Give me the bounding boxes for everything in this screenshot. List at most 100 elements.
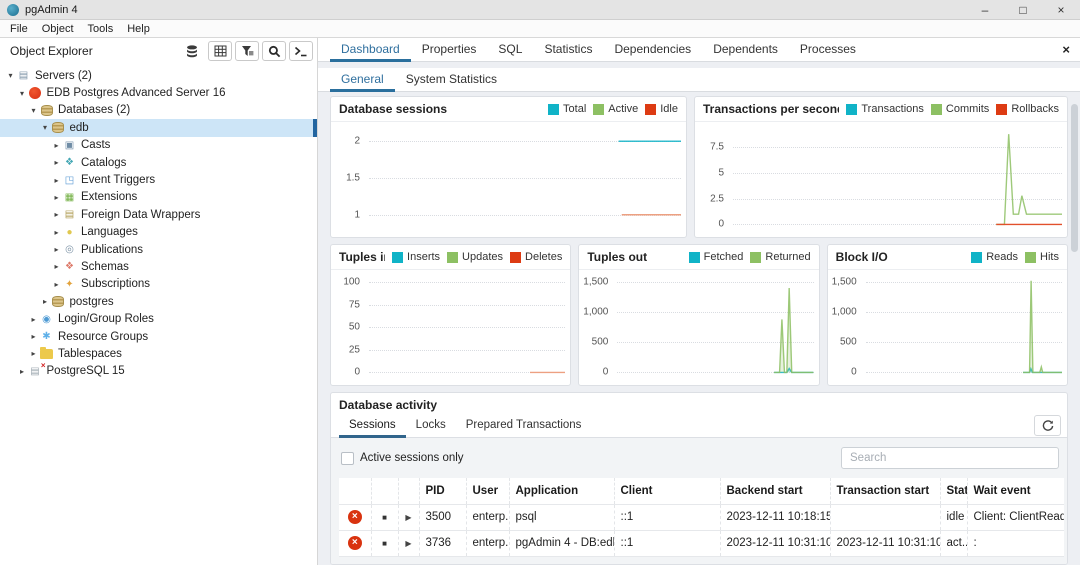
view-data-icon[interactable] bbox=[208, 41, 232, 61]
expand-arrow-icon[interactable]: ▸ bbox=[40, 297, 51, 306]
tree-item-label: Extensions bbox=[77, 191, 137, 203]
expand-arrow-icon[interactable]: ▸ bbox=[51, 193, 62, 202]
column-header-user[interactable]: User bbox=[466, 478, 509, 504]
tree-item-resource-groups[interactable]: ▸✱Resource Groups bbox=[0, 328, 317, 345]
y-axis-labels: 7.552.50 bbox=[695, 128, 729, 228]
expand-row-icon[interactable]: ▶ bbox=[405, 513, 411, 522]
session-row-pid-3736[interactable]: ×■▶3736enterp...pgAdmin 4 - DB:edb::1202… bbox=[339, 530, 1064, 556]
tree-item-foreign-data-wrappers[interactable]: ▸▤Foreign Data Wrappers bbox=[0, 206, 317, 223]
tree-item-languages[interactable]: ▸●Languages bbox=[0, 224, 317, 241]
tab-dependents[interactable]: Dependents bbox=[702, 38, 789, 62]
tree-item-postgresql-15[interactable]: ▸▤×PostgreSQL 15 bbox=[0, 363, 317, 380]
tree-item-edb-postgres-advanced-server-16[interactable]: ▾EDB Postgres Advanced Server 16 bbox=[0, 84, 317, 101]
search-icon[interactable] bbox=[262, 41, 286, 61]
tab-dependencies[interactable]: Dependencies bbox=[603, 38, 702, 62]
query-tool-icon[interactable] bbox=[289, 41, 313, 61]
expand-arrow-icon[interactable]: ▸ bbox=[51, 158, 62, 167]
tree-item-event-triggers[interactable]: ▸◳Event Triggers bbox=[0, 171, 317, 188]
subtab-general[interactable]: General bbox=[330, 68, 395, 92]
object-explorer-tree: ▾▤Servers (2)▾EDB Postgres Advanced Serv… bbox=[0, 62, 317, 565]
expand-arrow-icon[interactable]: ▸ bbox=[51, 280, 62, 289]
edb-server-icon bbox=[28, 86, 43, 100]
column-header-pid[interactable]: PID bbox=[419, 478, 466, 504]
tab-dashboard[interactable]: Dashboard bbox=[330, 38, 411, 62]
subtab-system-statistics[interactable]: System Statistics bbox=[395, 68, 508, 92]
column-header-application[interactable]: Application bbox=[509, 478, 614, 504]
tree-item-edb[interactable]: ▾edb bbox=[0, 119, 317, 136]
activity-tab-sessions[interactable]: Sessions bbox=[339, 414, 406, 438]
cancel-query-icon[interactable]: × bbox=[348, 536, 362, 550]
object-browser-icon[interactable] bbox=[181, 41, 205, 61]
expand-arrow-icon[interactable]: ▸ bbox=[28, 315, 39, 324]
column-header-backend-start[interactable]: Backend start bbox=[720, 478, 830, 504]
tree-item-label: Languages bbox=[77, 226, 138, 238]
tree-item-login-group-roles[interactable]: ▸◉Login/Group Roles bbox=[0, 310, 317, 327]
collapse-arrow-icon[interactable]: ▾ bbox=[5, 71, 16, 80]
expand-arrow-icon[interactable]: ▸ bbox=[28, 332, 39, 341]
cancel-query-icon[interactable]: × bbox=[348, 510, 362, 524]
tree-item-servers-2[interactable]: ▾▤Servers (2) bbox=[0, 67, 317, 84]
chart-title: Transactions per second bbox=[703, 102, 839, 116]
tree-item-postgres[interactable]: ▸postgres bbox=[0, 293, 317, 310]
column-header-transaction-start[interactable]: Transaction start bbox=[830, 478, 940, 504]
expand-arrow-icon[interactable]: ▸ bbox=[51, 176, 62, 185]
tab-sql[interactable]: SQL bbox=[487, 38, 533, 62]
collapse-arrow-icon[interactable]: ▾ bbox=[40, 123, 51, 132]
expand-arrow-icon[interactable]: ▸ bbox=[51, 228, 62, 237]
active-sessions-checkbox[interactable] bbox=[341, 452, 354, 465]
panel-close-icon[interactable]: × bbox=[1062, 42, 1070, 57]
y-axis-labels: 21.51 bbox=[331, 128, 365, 228]
database-icon bbox=[39, 103, 54, 117]
expand-arrow-icon[interactable]: ▸ bbox=[51, 245, 62, 254]
roles-icon: ◉ bbox=[39, 312, 54, 326]
tab-processes[interactable]: Processes bbox=[789, 38, 867, 62]
tree-item-publications[interactable]: ▸◎Publications bbox=[0, 241, 317, 258]
tree-item-extensions[interactable]: ▸▦Extensions bbox=[0, 189, 317, 206]
pgadmin-logo-icon bbox=[7, 4, 19, 16]
expand-arrow-icon[interactable]: ▸ bbox=[51, 141, 62, 150]
column-header-state[interactable]: State bbox=[940, 478, 967, 504]
minimize-button[interactable]: – bbox=[966, 0, 1004, 19]
tree-item-subscriptions[interactable]: ▸✦Subscriptions bbox=[0, 276, 317, 293]
legend-label: Fetched bbox=[704, 251, 744, 263]
sessions-search-input[interactable] bbox=[841, 447, 1059, 469]
chart-legend: ReadsHits bbox=[964, 251, 1059, 263]
menu-help[interactable]: Help bbox=[120, 23, 157, 35]
terminate-session-icon[interactable]: ■ bbox=[382, 513, 387, 522]
column-header-client[interactable]: Client bbox=[614, 478, 720, 504]
tree-item-schemas[interactable]: ▸❖Schemas bbox=[0, 258, 317, 275]
menu-object[interactable]: Object bbox=[35, 23, 81, 35]
column-header-wait-event[interactable]: Wait event bbox=[967, 478, 1064, 504]
expand-arrow-icon[interactable]: ▸ bbox=[51, 262, 62, 271]
y-tick-label: 0 bbox=[718, 219, 724, 230]
y-tick-label: 500 bbox=[592, 337, 609, 348]
session-row-pid-3500[interactable]: ×■▶3500enterp...psql::12023-12-11 10:18:… bbox=[339, 504, 1064, 530]
expand-arrow-icon[interactable]: ▸ bbox=[28, 349, 39, 358]
legend-entry-fetched: Fetched bbox=[689, 251, 744, 263]
tab-properties[interactable]: Properties bbox=[411, 38, 488, 62]
tree-item-databases-2[interactable]: ▾Databases (2) bbox=[0, 102, 317, 119]
expand-row-icon[interactable]: ▶ bbox=[405, 539, 411, 548]
maximize-button[interactable]: □ bbox=[1004, 0, 1042, 19]
tab-statistics[interactable]: Statistics bbox=[533, 38, 603, 62]
menu-tools[interactable]: Tools bbox=[81, 23, 121, 35]
tree-item-catalogs[interactable]: ▸❖Catalogs bbox=[0, 154, 317, 171]
terminate-session-icon[interactable]: ■ bbox=[382, 539, 387, 548]
menu-file[interactable]: File bbox=[3, 23, 35, 35]
tree-item-casts[interactable]: ▸▣Casts bbox=[0, 137, 317, 154]
activity-tab-prepared-transactions[interactable]: Prepared Transactions bbox=[456, 414, 592, 438]
plot-grid bbox=[866, 276, 1062, 376]
dashboard-scrollbar[interactable] bbox=[1071, 104, 1078, 252]
refresh-button[interactable] bbox=[1034, 415, 1061, 436]
expand-arrow-icon[interactable]: ▸ bbox=[51, 210, 62, 219]
filter-icon[interactable] bbox=[235, 41, 259, 61]
legend-entry-hits: Hits bbox=[1025, 251, 1059, 263]
activity-tab-locks[interactable]: Locks bbox=[406, 414, 456, 438]
catalogs-icon: ❖ bbox=[62, 156, 77, 170]
close-button[interactable]: × bbox=[1042, 0, 1080, 19]
tree-item-tablespaces[interactable]: ▸Tablespaces bbox=[0, 345, 317, 362]
collapse-arrow-icon[interactable]: ▾ bbox=[28, 106, 39, 115]
expand-arrow-icon[interactable]: ▸ bbox=[17, 367, 28, 376]
legend-label: Inserts bbox=[407, 251, 440, 263]
collapse-arrow-icon[interactable]: ▾ bbox=[17, 89, 28, 98]
